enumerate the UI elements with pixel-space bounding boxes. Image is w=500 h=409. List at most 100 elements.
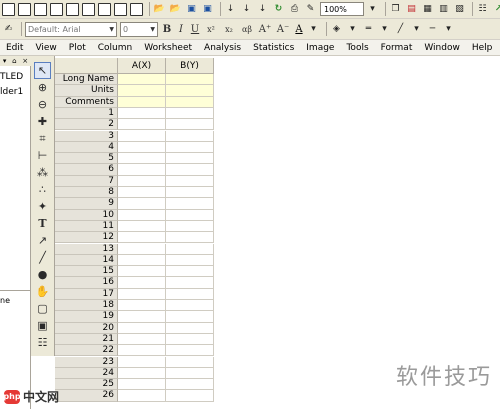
table-cell[interactable] <box>166 345 214 357</box>
row-header[interactable]: 6 <box>55 164 118 176</box>
menu-view[interactable]: View <box>29 43 62 53</box>
line-width-icon[interactable]: ─ <box>426 23 439 36</box>
graph-icon[interactable]: ↗ <box>492 3 500 16</box>
table-cell[interactable] <box>166 130 214 142</box>
table-cell[interactable] <box>166 300 214 312</box>
chevron-down-icon[interactable]: ▾ <box>442 23 455 36</box>
data-reader-tool-icon[interactable]: ⌗ <box>34 130 51 147</box>
row-header[interactable]: 14 <box>55 254 118 267</box>
duplicate-icon[interactable]: ❐ <box>389 3 402 16</box>
table-cell[interactable] <box>118 300 166 312</box>
new-folder-icon[interactable] <box>18 2 31 16</box>
metadata-row-header[interactable]: Units <box>55 85 118 97</box>
table-cell[interactable] <box>118 243 166 255</box>
menu-tools[interactable]: Tools <box>340 43 374 53</box>
metadata-row-header[interactable]: Long Name <box>55 74 118 86</box>
increase-font-button[interactable]: A⁺ <box>257 22 273 37</box>
chevron-down-icon[interactable]: ▾ <box>346 23 359 36</box>
zoom-combo[interactable]: 100% <box>320 2 364 16</box>
menu-analysis[interactable]: Analysis <box>198 43 247 53</box>
column-header-a[interactable]: A(X) <box>118 58 166 74</box>
table-cell[interactable] <box>118 322 166 334</box>
save-project-icon[interactable]: ▣ <box>185 3 198 16</box>
table-cell[interactable] <box>166 187 214 199</box>
greek-button[interactable]: αβ <box>239 22 255 37</box>
table-cell[interactable] <box>166 390 214 402</box>
zoom-out-tool-icon[interactable]: ⊖ <box>34 96 51 113</box>
table-cell[interactable] <box>118 187 166 199</box>
table-cell[interactable] <box>166 209 214 221</box>
table-cell[interactable] <box>166 277 214 289</box>
table-cell[interactable] <box>118 345 166 357</box>
row-header[interactable]: 26 <box>55 390 118 402</box>
menu-image[interactable]: Image <box>300 43 340 53</box>
project-explorer-icon[interactable]: ☷ <box>476 3 489 16</box>
new-project-icon[interactable] <box>2 2 15 16</box>
metadata-cell[interactable] <box>166 85 214 97</box>
import-ascii-icon[interactable]: ↓ <box>224 3 237 16</box>
table-cell[interactable] <box>166 322 214 334</box>
table-cell[interactable] <box>166 164 214 176</box>
menu-help[interactable]: Help <box>466 43 499 53</box>
new-worksheet-icon[interactable] <box>34 2 47 16</box>
table-cell[interactable] <box>118 107 166 120</box>
pen-icon[interactable]: ✍ <box>2 23 15 36</box>
table-cell[interactable] <box>166 232 214 244</box>
row-header[interactable]: 25 <box>55 379 118 391</box>
metadata-cell[interactable] <box>118 85 166 97</box>
results-log-icon[interactable]: ▥ <box>437 3 450 16</box>
menu-plot[interactable]: Plot <box>63 43 92 53</box>
new-notes-icon[interactable] <box>130 2 143 16</box>
menu-column[interactable]: Column <box>92 43 138 53</box>
metadata-cell[interactable] <box>118 96 166 108</box>
table-cell[interactable] <box>166 379 214 391</box>
menu-worksheet[interactable]: Worksheet <box>138 43 198 53</box>
subscript-button[interactable]: x₂ <box>221 22 237 37</box>
import-wizard-icon[interactable]: ↓ <box>240 3 253 16</box>
table-cell[interactable] <box>118 367 166 380</box>
table-cell[interactable] <box>118 288 166 300</box>
chevron-down-icon[interactable]: ▾ <box>378 23 391 36</box>
metadata-cell[interactable] <box>166 74 214 86</box>
import-excel-icon[interactable]: ↓ <box>256 3 269 16</box>
code-builder-icon[interactable]: ▦ <box>421 3 434 16</box>
new-function-icon[interactable] <box>114 2 127 16</box>
mask-tool-icon[interactable]: ∴ <box>34 181 51 198</box>
table-cell[interactable] <box>166 198 214 210</box>
row-header[interactable]: 5 <box>55 153 118 165</box>
superscript-button[interactable]: x² <box>203 22 219 37</box>
table-cell[interactable] <box>118 153 166 165</box>
merge-tool-icon[interactable]: ☷ <box>34 334 51 351</box>
open-template-icon[interactable]: 📂 <box>169 3 182 16</box>
menu-format[interactable]: Format <box>375 43 419 53</box>
table-cell[interactable] <box>118 141 166 154</box>
row-header[interactable]: 15 <box>55 266 118 278</box>
table-cell[interactable] <box>118 390 166 402</box>
table-cell[interactable] <box>166 266 214 278</box>
project-folder-node[interactable]: lder1 <box>0 87 23 97</box>
zoom-in-tool-icon[interactable]: ⊕ <box>34 79 51 96</box>
new-graph-icon[interactable] <box>50 2 63 16</box>
menu-statistics[interactable]: Statistics <box>247 43 300 53</box>
table-cell[interactable] <box>118 164 166 176</box>
font-size-combo[interactable]: 0 ▼ <box>120 21 158 37</box>
column-header-b[interactable]: B(Y) <box>166 58 214 74</box>
data-selector-tool-icon[interactable]: ⊢ <box>34 147 51 164</box>
row-header[interactable]: 3 <box>55 130 118 142</box>
table-cell[interactable] <box>118 198 166 210</box>
table-cell[interactable] <box>118 266 166 278</box>
table-cell[interactable] <box>118 311 166 323</box>
bold-button[interactable]: B <box>161 22 173 37</box>
recalc-icon[interactable]: ↻ <box>272 3 285 16</box>
row-header[interactable]: 21 <box>55 333 118 346</box>
annotation-tool-icon[interactable]: ✦ <box>34 198 51 215</box>
row-header[interactable]: 22 <box>55 345 118 357</box>
row-header[interactable]: 9 <box>55 198 118 210</box>
print-icon[interactable]: ⎙ <box>288 3 301 16</box>
table-cell[interactable] <box>166 107 214 120</box>
line-color-icon[interactable]: ═ <box>362 23 375 36</box>
font-color-button[interactable]: A <box>293 22 305 37</box>
zoom-dropdown-icon[interactable]: ▾ <box>366 3 379 16</box>
menu-edit[interactable]: Edit <box>0 43 29 53</box>
row-header[interactable]: 19 <box>55 311 118 323</box>
